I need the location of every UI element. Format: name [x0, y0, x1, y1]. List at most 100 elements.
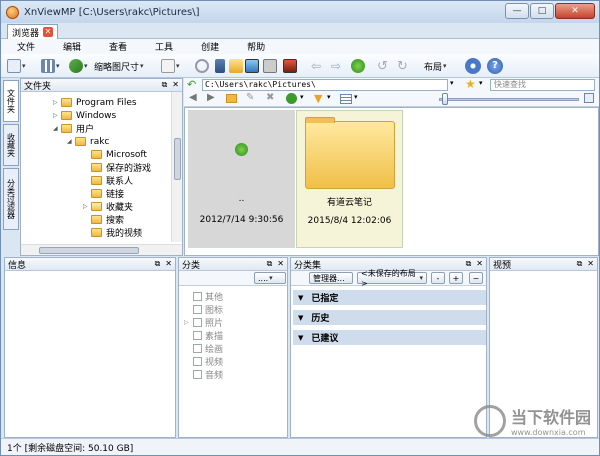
- add-button[interactable]: +: [449, 272, 463, 284]
- scroll-thumb[interactable]: [174, 138, 181, 180]
- menu-file[interactable]: 文件: [1, 40, 47, 53]
- folder-tool[interactable]: [229, 58, 243, 74]
- category-item[interactable]: 视频: [193, 355, 223, 368]
- favorite-dropdown-icon[interactable]: ▾: [479, 79, 483, 87]
- minimize-button[interactable]: —: [505, 3, 529, 19]
- columns-dropdown-icon[interactable]: ▾: [354, 93, 358, 101]
- new-folder-icon[interactable]: [226, 94, 237, 103]
- menu-edit[interactable]: 编辑: [47, 40, 93, 53]
- rotate-left-button[interactable]: ↺: [377, 58, 388, 74]
- rotate-right-button[interactable]: ↻: [397, 58, 408, 74]
- tree-item[interactable]: 保存的游戏: [83, 161, 151, 174]
- category-set-row[interactable]: ▼ 已指定: [293, 290, 486, 305]
- menu-tools[interactable]: 工具: [139, 40, 185, 53]
- filter-funnel-icon[interactable]: ▼: [314, 92, 322, 105]
- quick-search-input[interactable]: 快速查找: [490, 79, 595, 91]
- view-mode-button[interactable]: ▾: [7, 58, 26, 74]
- category-item[interactable]: 绘画: [193, 342, 223, 355]
- zoom-slider-track[interactable]: [439, 98, 579, 101]
- category-item[interactable]: 图标: [193, 303, 223, 316]
- tree-tool[interactable]: [215, 58, 225, 74]
- refresh-tool[interactable]: [195, 58, 209, 74]
- zoom-slider-knob[interactable]: [442, 93, 448, 105]
- pane-close-icon[interactable]: ✕: [277, 259, 284, 269]
- sidetab-folders[interactable]: 文件夹: [3, 80, 19, 122]
- address-dropdown-icon[interactable]: ▾: [450, 79, 454, 87]
- tree-item[interactable]: ▷ Program Files: [53, 96, 137, 109]
- tree-item[interactable]: 搜索: [83, 213, 124, 226]
- filter-dropdown-icon[interactable]: ▾: [327, 93, 331, 101]
- menu-help[interactable]: 帮助: [231, 40, 277, 53]
- collapse-icon[interactable]: ▼: [298, 334, 303, 342]
- tag-icon[interactable]: [286, 93, 297, 104]
- layout-button[interactable]: 布局 ▾: [421, 58, 447, 74]
- checkbox[interactable]: [193, 370, 202, 379]
- tree-item[interactable]: 链接: [83, 187, 124, 200]
- category-item[interactable]: 其他: [193, 290, 223, 303]
- checkbox[interactable]: [193, 318, 202, 327]
- pane-close-icon[interactable]: ✕: [587, 259, 594, 269]
- thumbnail-folder[interactable]: 有道云笔记 2015/8/4 12:02:06: [296, 110, 403, 248]
- tree-item[interactable]: 我的视频: [83, 226, 142, 239]
- sidetab-favorites[interactable]: 收藏夹: [3, 124, 19, 166]
- category-set-row[interactable]: ▼ 历史: [293, 310, 486, 325]
- layout-select[interactable]: <未保存的布局> ▾: [357, 269, 427, 288]
- category-dropdown[interactable]: .... ▾: [254, 272, 286, 284]
- undock-icon[interactable]: ⧉: [466, 259, 472, 269]
- prev-button[interactable]: ⇦: [311, 58, 321, 74]
- category-item[interactable]: ▷ 照片: [184, 316, 223, 329]
- folder-horizontal-scrollbar[interactable]: [21, 244, 182, 255]
- folder-vertical-scrollbar[interactable]: [171, 92, 182, 242]
- tab-close-icon[interactable]: ✕: [43, 27, 54, 37]
- pane-close-icon[interactable]: ✕: [165, 259, 172, 269]
- address-input[interactable]: C:\Users\rakc\Pictures\: [202, 79, 448, 91]
- undock-icon[interactable]: ⧉: [162, 80, 168, 90]
- remove-button[interactable]: -: [431, 272, 445, 284]
- favorite-star-icon[interactable]: ★: [465, 77, 476, 91]
- forward-icon[interactable]: ▶: [207, 92, 215, 103]
- thumbnails-view-button[interactable]: ▾: [41, 58, 60, 74]
- manager-button[interactable]: 管理器...: [309, 272, 353, 284]
- maximize-button[interactable]: □: [530, 3, 554, 19]
- menu-view[interactable]: 查看: [93, 40, 139, 53]
- undock-icon[interactable]: ⧉: [155, 259, 161, 269]
- tree-item[interactable]: Microsoft: [83, 148, 147, 161]
- tree-item[interactable]: ▷ 收藏夹: [83, 200, 133, 213]
- back-icon[interactable]: ◀: [189, 92, 197, 103]
- undock-icon[interactable]: ⧉: [577, 259, 583, 269]
- checkbox[interactable]: [193, 344, 202, 353]
- delete-icon[interactable]: ✖: [266, 92, 274, 103]
- rotate-button[interactable]: [351, 58, 365, 74]
- sidetab-category-filter[interactable]: 分类过滤器: [3, 168, 19, 230]
- tree-item[interactable]: ◢ 用户: [53, 122, 94, 135]
- options-button[interactable]: ~: [469, 272, 483, 284]
- pane-close-icon[interactable]: ✕: [476, 259, 483, 269]
- tree-item[interactable]: ◢ rakc: [67, 135, 109, 148]
- go-up-icon[interactable]: ↶: [187, 78, 196, 91]
- category-item[interactable]: 素描: [193, 329, 223, 342]
- scroll-thumb[interactable]: [39, 247, 139, 254]
- category-set-row[interactable]: ▼ 已建议: [293, 330, 486, 345]
- expand-icon[interactable]: ▷: [184, 319, 189, 326]
- columns-icon[interactable]: [340, 94, 352, 104]
- help-button[interactable]: ?: [487, 58, 503, 74]
- capture-tool[interactable]: [263, 58, 277, 74]
- tab-browser[interactable]: 浏览器 ✕: [7, 24, 59, 39]
- slideshow-tool[interactable]: [283, 58, 297, 74]
- settings-button[interactable]: [465, 58, 481, 74]
- pane-close-icon[interactable]: ✕: [172, 80, 179, 90]
- next-button[interactable]: ⇨: [331, 58, 341, 74]
- checkbox[interactable]: [193, 357, 202, 366]
- checkbox[interactable]: [193, 331, 202, 340]
- sort-button[interactable]: ▾: [69, 58, 88, 74]
- checkbox[interactable]: [193, 292, 202, 301]
- category-item[interactable]: 音频: [193, 368, 223, 381]
- edit-icon[interactable]: ✎: [246, 92, 254, 103]
- undock-icon[interactable]: ⧉: [267, 259, 273, 269]
- filter-button[interactable]: ▾: [161, 58, 180, 74]
- close-button[interactable]: ✕: [555, 3, 595, 19]
- thumb-size-button[interactable]: 缩略图尺寸 ▾: [91, 58, 144, 74]
- collapse-icon[interactable]: ▼: [298, 314, 303, 322]
- tree-item[interactable]: ▷ Windows: [53, 109, 116, 122]
- menu-create[interactable]: 创建: [185, 40, 231, 53]
